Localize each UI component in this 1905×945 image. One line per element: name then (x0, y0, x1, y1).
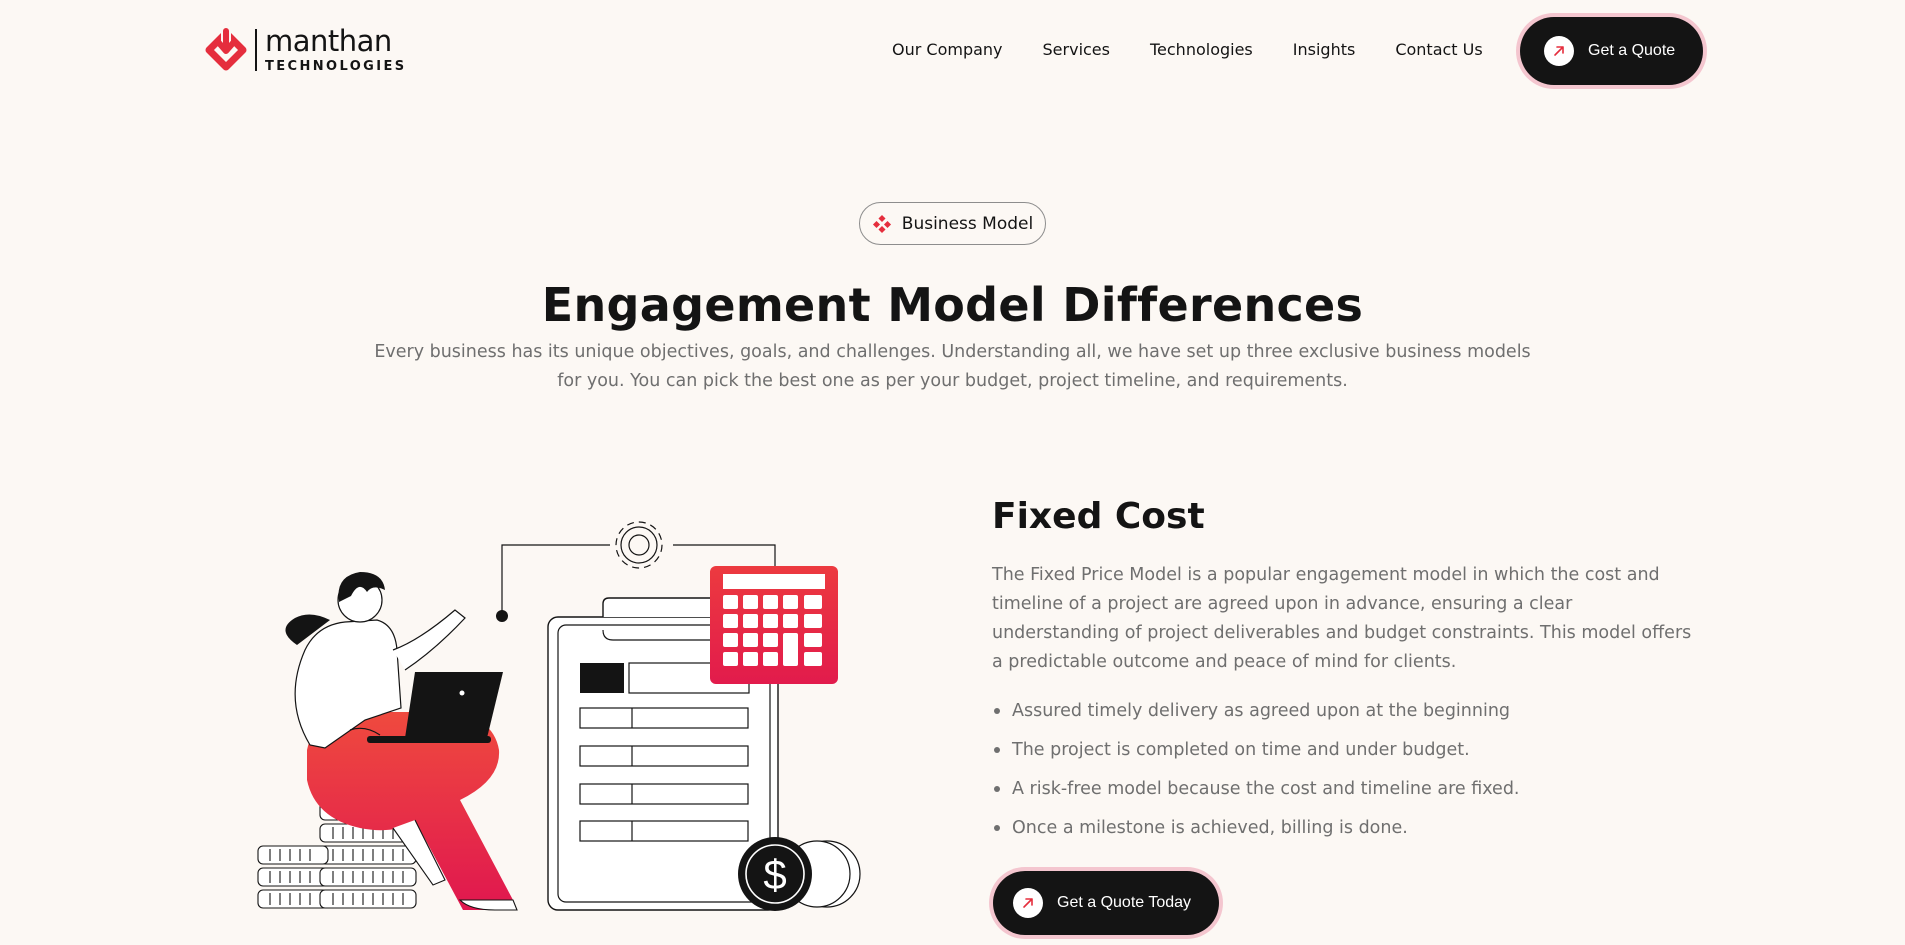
section-subtitle: Every business has its unique objectives… (374, 342, 1531, 391)
nav-technologies[interactable]: Technologies (1150, 40, 1253, 59)
logo-subtitle: TECHNOLOGIES (265, 59, 407, 74)
section-badge: Business Model (859, 202, 1046, 245)
get-a-quote-button[interactable]: Get a Quote (1520, 17, 1703, 85)
arrow-up-right-icon (1544, 36, 1574, 66)
fixed-cost-illustration: $ (257, 521, 861, 911)
nav-contact-us[interactable]: Contact Us (1395, 40, 1482, 59)
main-nav: Our Company Services Technologies Insigh… (892, 40, 1483, 59)
nav-services[interactable]: Services (1043, 40, 1110, 59)
nav-our-company[interactable]: Our Company (892, 40, 1003, 59)
nav-insights[interactable]: Insights (1293, 40, 1356, 59)
list-item: The project is completed on time and und… (992, 735, 1702, 774)
coin-dollar-symbol: $ (763, 851, 786, 898)
get-a-quote-today-label: Get a Quote Today (1057, 894, 1192, 911)
model-description: The Fixed Price Model is a popular engag… (992, 565, 1692, 672)
logo[interactable]: manthan TECHNOLOGIES (203, 26, 407, 74)
list-item: A risk-free model because the cost and t… (992, 774, 1702, 813)
dollar-coin-icon: $ (738, 837, 861, 911)
manthan-logo-icon (205, 27, 247, 71)
brand-dots-icon (872, 214, 891, 233)
get-a-quote-today-button[interactable]: Get a Quote Today (993, 871, 1219, 935)
logo-wordmark: manthan (265, 24, 392, 58)
gear-icon (615, 521, 663, 569)
model-title: Fixed Cost (992, 496, 1205, 537)
logo-text: manthan TECHNOLOGIES (265, 24, 407, 74)
model-benefits-list: Assured timely delivery as agreed upon a… (992, 696, 1702, 852)
site-header: manthan TECHNOLOGIES Our Company Service… (0, 0, 1905, 102)
section-title: Engagement Model Differences (541, 278, 1364, 332)
list-item: Assured timely delivery as agreed upon a… (992, 696, 1702, 735)
logo-divider (255, 29, 257, 71)
get-a-quote-label: Get a Quote (1588, 42, 1676, 59)
list-item: Once a milestone is achieved, billing is… (992, 813, 1702, 852)
calculator-icon (710, 566, 838, 684)
section-badge-label: Business Model (901, 213, 1034, 234)
arrow-up-right-icon (1013, 888, 1043, 918)
